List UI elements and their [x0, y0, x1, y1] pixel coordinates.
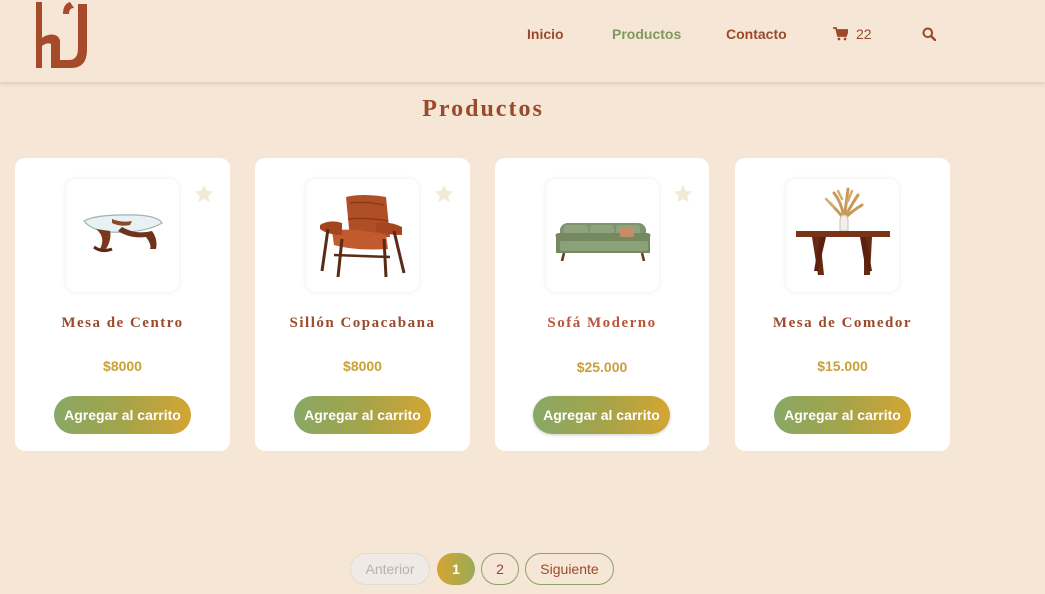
product-price: $8000: [343, 358, 382, 374]
star-icon[interactable]: [672, 183, 694, 205]
product-card: Mesa de Centro $8000 Agregar al carrito: [15, 158, 230, 451]
nav-inicio[interactable]: Inicio: [527, 26, 564, 42]
product-card: Sofá Moderno $25.000 Agregar al carrito: [495, 158, 709, 451]
product-image[interactable]: [306, 179, 419, 292]
add-to-cart-button[interactable]: Agregar al carrito: [294, 396, 431, 434]
site-header: Inicio Productos Contacto 22: [0, 0, 1045, 82]
product-image[interactable]: [546, 179, 659, 292]
add-to-cart-button[interactable]: Agregar al carrito: [54, 396, 191, 434]
star-icon[interactable]: [193, 183, 215, 205]
product-card: Sillón Copacabana $8000 Agregar al carri…: [255, 158, 470, 451]
cart-button[interactable]: 22: [833, 26, 872, 42]
product-image[interactable]: [66, 179, 179, 292]
product-name: Sillón Copacabana: [289, 315, 436, 331]
search-button[interactable]: [922, 27, 937, 46]
pagination-page-2[interactable]: 2: [481, 553, 519, 585]
cart-count: 22: [856, 26, 872, 42]
nav-contacto[interactable]: Contacto: [726, 26, 787, 42]
pagination-page-1[interactable]: 1: [437, 553, 475, 585]
pagination-prev-button[interactable]: Anterior: [350, 553, 430, 585]
product-name: Sofá Moderno: [547, 315, 657, 331]
star-icon[interactable]: [433, 183, 455, 205]
product-image[interactable]: [786, 179, 899, 292]
nav-productos[interactable]: Productos: [612, 26, 681, 42]
search-icon: [922, 27, 937, 42]
product-name: Mesa de Comedor: [772, 315, 913, 331]
brand-logo[interactable]: [33, 0, 93, 72]
product-card: Mesa de Comedor $15.000 Agregar al carri…: [735, 158, 950, 451]
product-price: $15.000: [817, 358, 868, 374]
page-title: Productos: [422, 96, 544, 122]
product-price: $8000: [103, 358, 142, 374]
pagination-next-button[interactable]: Siguiente: [525, 553, 614, 585]
add-to-cart-button[interactable]: Agregar al carrito: [533, 396, 670, 434]
add-to-cart-button[interactable]: Agregar al carrito: [774, 396, 911, 434]
cart-icon: [833, 27, 848, 41]
product-price: $25.000: [576, 359, 628, 375]
product-name: Mesa de Centro: [61, 315, 184, 331]
